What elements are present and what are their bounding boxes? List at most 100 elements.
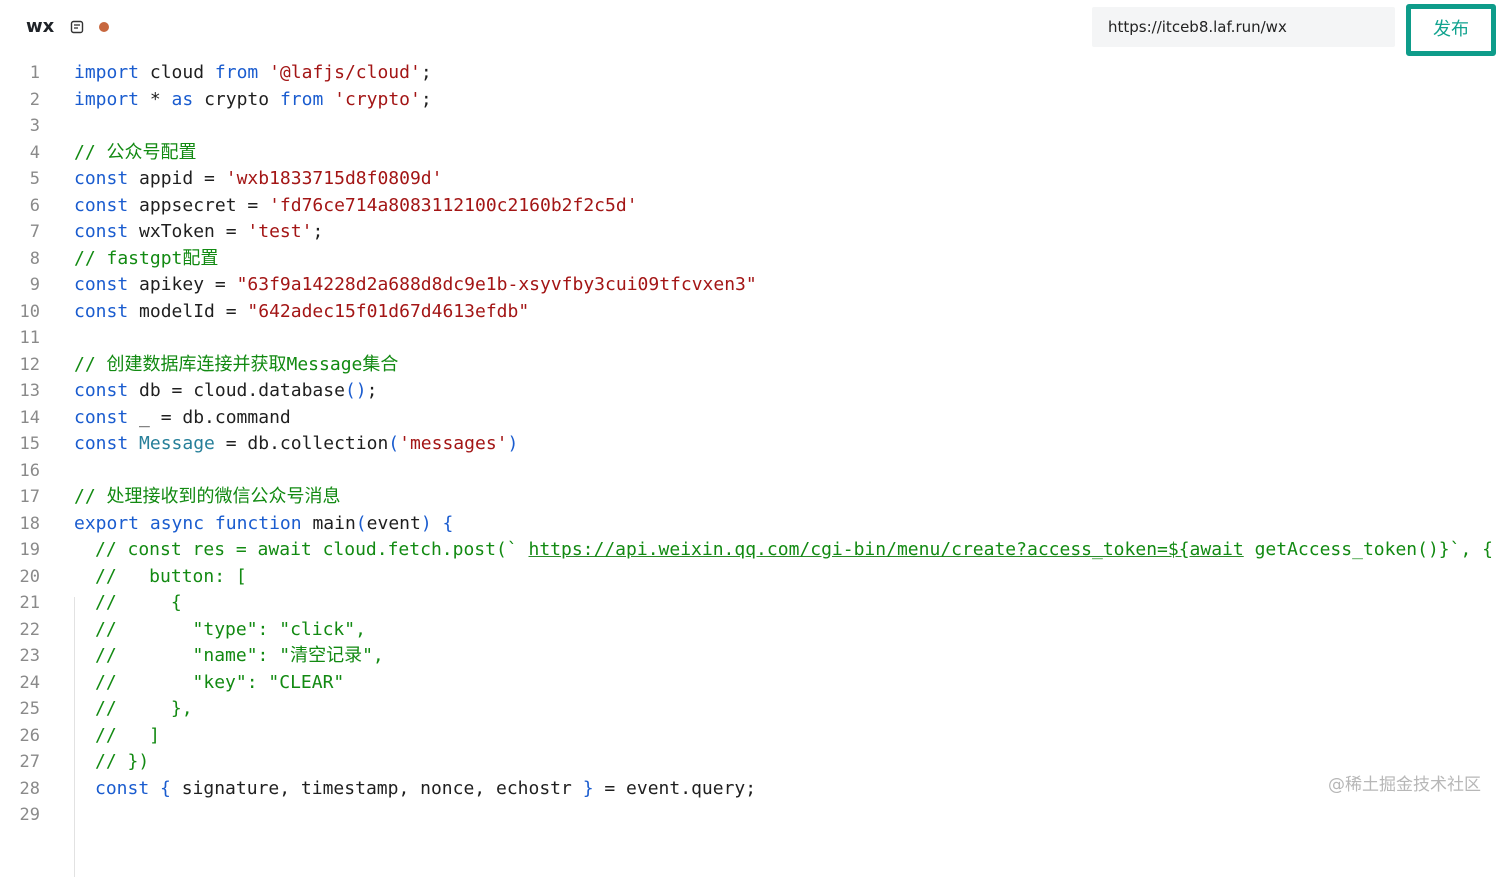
- line-number: 6: [29, 195, 40, 216]
- code-line[interactable]: 7 const wxToken = 'test';: [0, 219, 1512, 246]
- code-token: crypto: [193, 88, 280, 110]
- file-icon[interactable]: [70, 20, 84, 34]
- code-line[interactable]: 19 // const res = await cloud.fetch.post(…: [0, 537, 1512, 564]
- code-token: export: [74, 512, 140, 534]
- line-number: 29: [19, 805, 40, 825]
- line-number: 15: [19, 434, 40, 454]
- line-number: 26: [19, 725, 40, 746]
- code-token: event: [366, 512, 421, 534]
- code-token: from: [279, 88, 324, 110]
- code-token: main: [301, 512, 356, 534]
- code-token: apikey =: [128, 274, 237, 295]
- code-token: signature, timestamp, nonce, echostr: [170, 777, 583, 799]
- code-line[interactable]: 10 const modelId = "642adec15f01d67d4613e…: [0, 299, 1512, 326]
- code-token: // 创建数据库连接并获取Message集合: [74, 353, 399, 375]
- code-token: const: [95, 777, 150, 799]
- code-line[interactable]: 1 import cloud from '@lafjs/cloud';: [0, 60, 1512, 87]
- code-line[interactable]: 3: [0, 113, 1512, 140]
- publish-button[interactable]: 发布: [1406, 4, 1496, 56]
- code-line[interactable]: 8 // fastgpt配置: [0, 246, 1512, 273]
- line-number: 19: [19, 540, 40, 560]
- code-line[interactable]: 25 // },: [0, 696, 1512, 723]
- code-token: // const res = await cloud.fetch.post(`: [95, 539, 529, 560]
- code-line[interactable]: 9 const apikey = "63f9a14228d2a688d8dc9e1…: [0, 272, 1512, 299]
- code-text: // button: [: [95, 564, 247, 591]
- code-line[interactable]: 24 // "key": "CLEAR": [0, 670, 1512, 697]
- file-name: wx: [26, 16, 55, 37]
- code-token: = db.collection: [214, 433, 389, 454]
- code-token: const: [74, 406, 129, 428]
- editor-header: wx https://itceb8.laf.run/wx 发布: [0, 0, 1512, 58]
- function-url-field[interactable]: https://itceb8.laf.run/wx: [1092, 7, 1395, 47]
- code-token: ;: [312, 221, 324, 242]
- line-number: 12: [19, 354, 40, 375]
- code-line[interactable]: 20 // button: [: [0, 564, 1512, 591]
- line-number: 9: [29, 275, 40, 295]
- code-line[interactable]: 6 const appsecret = 'fd76ce714a8083112100…: [0, 193, 1512, 220]
- code-token: function: [214, 512, 302, 534]
- code-line[interactable]: 13 const db = cloud.database();: [0, 378, 1512, 405]
- code-token: "642adec15f01d67d4613efdb": [247, 300, 530, 322]
- code-token: 'fd76ce714a8083112100c2160b2f2c5d': [269, 194, 638, 216]
- code-token: {: [160, 777, 171, 799]
- code-text: // "key": "CLEAR": [95, 670, 344, 697]
- line-number: 25: [19, 699, 40, 719]
- code-line[interactable]: 4 // 公众号配置: [0, 140, 1512, 167]
- code-line[interactable]: 17 // 处理接收到的微信公众号消息: [0, 484, 1512, 511]
- code-editor[interactable]: 1 import cloud from '@lafjs/cloud'; 2 impor…: [0, 60, 1512, 877]
- code-token: '@lafjs/cloud': [269, 62, 421, 83]
- line-number: 21: [19, 593, 40, 613]
- code-token: appsecret =: [128, 194, 270, 216]
- code-line[interactable]: 23 // "name": "清空记录",: [0, 643, 1512, 670]
- code-text: export async function main(event) {: [74, 511, 453, 538]
- line-number: 1: [29, 63, 40, 83]
- line-number: 13: [19, 381, 40, 401]
- code-token: Message: [139, 433, 215, 454]
- code-text: const modelId = "642adec15f01d67d4613efd…: [74, 299, 529, 326]
- code-text: // ]: [95, 723, 160, 750]
- code-line[interactable]: 21 // {: [0, 590, 1512, 617]
- code-token: ;: [366, 380, 378, 401]
- line-number: 18: [19, 513, 40, 534]
- line-number: 16: [19, 460, 40, 481]
- code-text: const Message = db.collection('messages'…: [74, 431, 518, 458]
- code-token: // {: [95, 592, 182, 613]
- code-line[interactable]: 29: [0, 802, 1512, 829]
- code-line[interactable]: 28 const { signature, timestamp, nonce, e…: [0, 776, 1512, 803]
- code-token: as: [171, 88, 194, 110]
- code-line[interactable]: 22 // "type": "click",: [0, 617, 1512, 644]
- code-text: const wxToken = 'test';: [74, 219, 323, 246]
- code-token: // button: [: [95, 565, 247, 587]
- code-text: const appsecret = 'fd76ce714a8083112100c…: [74, 193, 638, 220]
- code-line[interactable]: 5 const appid = 'wxb1833715d8f0809d': [0, 166, 1512, 193]
- code-token: cloud: [139, 62, 215, 83]
- code-token: from: [214, 62, 259, 83]
- code-token: {: [442, 512, 454, 534]
- code-line[interactable]: 16: [0, 458, 1512, 485]
- code-line[interactable]: 14 const _ = db.command: [0, 405, 1512, 432]
- code-line[interactable]: 11: [0, 325, 1512, 352]
- code-line[interactable]: 26 // ]: [0, 723, 1512, 750]
- code-line[interactable]: 15 const Message = db.collection('message…: [0, 431, 1512, 458]
- code-token: 'wxb1833715d8f0809d': [225, 168, 443, 189]
- watermark: @稀土掘金技术社区: [1328, 775, 1481, 795]
- code-token: wxToken =: [128, 221, 248, 242]
- code-token: // }): [95, 751, 150, 772]
- code-line[interactable]: 27 // }): [0, 749, 1512, 776]
- code-token: // },: [95, 698, 193, 719]
- code-token: (: [355, 512, 367, 534]
- code-text: const { signature, timestamp, nonce, ech…: [95, 776, 756, 803]
- code-text: // }): [95, 749, 149, 776]
- code-line[interactable]: 18 export async function main(event) {: [0, 511, 1512, 538]
- code-token: ): [507, 433, 519, 454]
- code-line[interactable]: 2 import * as crypto from 'crypto';: [0, 87, 1512, 114]
- code-text: // 创建数据库连接并获取Message集合: [74, 352, 398, 379]
- code-line[interactable]: 12 // 创建数据库连接并获取Message集合: [0, 352, 1512, 379]
- code-text: // const res = await cloud.fetch.post(` …: [95, 537, 1493, 564]
- code-token: = event.query;: [593, 777, 757, 799]
- line-number: 14: [19, 407, 40, 428]
- code-token: 'test': [247, 221, 313, 242]
